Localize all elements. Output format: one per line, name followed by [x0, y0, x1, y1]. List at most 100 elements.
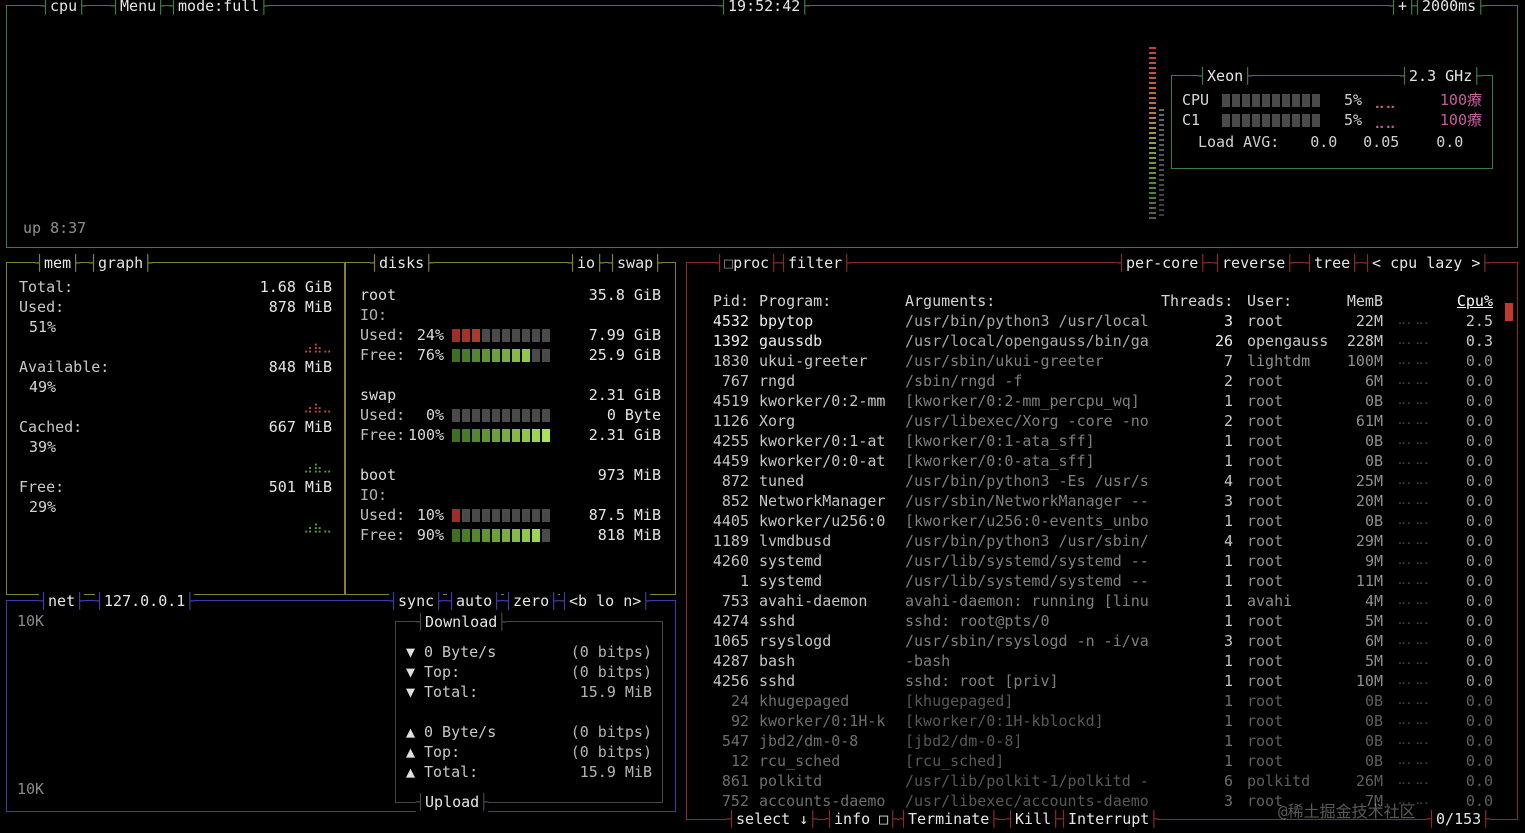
proc-row[interactable]: 1830 ukui-greeter /usr/sbin/ukui-greeter… — [701, 351, 1493, 371]
proc-row[interactable]: 1065 rsyslogd /usr/sbin/rsyslogd -n -i/v… — [701, 631, 1493, 651]
mem-cell: 0B — [1364, 512, 1383, 530]
user-cell: opengauss — [1247, 332, 1329, 350]
proc-row[interactable]: 4255 kworker/0:1-at [kworker/0:1-ata_sff… — [701, 431, 1493, 451]
tab-mem[interactable]: mem — [35, 253, 81, 273]
tab-graph[interactable]: graph — [89, 253, 153, 273]
kill-button[interactable]: Kill — [1006, 809, 1061, 829]
arguments-cell: -bash — [905, 652, 951, 670]
header-program[interactable]: Program: — [759, 291, 905, 311]
tab-proc[interactable]: □proc — [715, 253, 779, 273]
tab-disks[interactable]: disks — [370, 253, 434, 273]
load-avg-1: 0.0 — [1310, 133, 1338, 151]
proc-row[interactable]: 4405 kworker/u256:0 [kworker/u256:0-even… — [701, 511, 1493, 531]
proc-row[interactable]: 1392 gaussdb /usr/local/opengauss/bin/ga… — [701, 331, 1493, 351]
header-threads[interactable]: Threads: — [1161, 291, 1233, 311]
reverse-toggle[interactable]: reverse — [1213, 253, 1295, 273]
user-cell: root — [1247, 752, 1284, 770]
cpu-graph-cell: ⠤⠄⠤⠄ — [1397, 354, 1433, 368]
cpu-cell: 0.0 — [1465, 552, 1493, 570]
user-cell: root — [1247, 372, 1284, 390]
arguments-cell: [rcu_sched] — [905, 752, 1005, 770]
proc-row[interactable]: 861 polkitd /usr/lib/polkit-1/polkitd - … — [701, 771, 1493, 791]
program-cell: kworker/0:1H-k — [759, 712, 886, 730]
cpu-cell: 0.0 — [1465, 732, 1493, 750]
cpu-graph-dots — [1149, 44, 1156, 222]
proc-row[interactable]: 1126 Xorg /usr/libexec/Xorg -core -no 2 … — [701, 411, 1493, 431]
proc-header-row: Pid: Program: Arguments: Threads: User: … — [701, 291, 1493, 311]
select-button[interactable]: select ↓ — [727, 809, 818, 829]
proc-row[interactable]: 4260 systemd /usr/lib/systemd/systemd --… — [701, 551, 1493, 571]
proc-row[interactable]: 1 systemd /usr/lib/systemd/systemd -- 1 … — [701, 571, 1493, 591]
disks-box: disks io swap root 35.8 GiB IO: Used:24% … — [345, 253, 676, 595]
net-stat-value: (0 bitps) — [570, 723, 652, 741]
threads-cell: 1 — [1223, 572, 1233, 590]
net-interface-switcher[interactable]: <b lo n> — [560, 591, 651, 611]
disk-free-row: Free: 90% 818 MiB — [360, 526, 661, 544]
user-cell: root — [1247, 432, 1284, 450]
header-mem[interactable]: MemB — [1333, 291, 1383, 311]
mode-toggle[interactable]: mode:full — [169, 0, 269, 16]
mem-cell: 26M — [1355, 772, 1383, 790]
tab-swap[interactable]: swap — [608, 253, 663, 273]
program-cell: lvmdbusd — [759, 532, 832, 550]
mem-stat-group: Used: 878 MiB 51% ⣠⣦⣀ — [7, 297, 344, 357]
disk-list: root 35.8 GiB IO: Used: 24% 7.99 GiB Free:… — [346, 285, 675, 565]
arguments-cell: sshd: root@pts/0 — [905, 612, 1050, 630]
proc-row[interactable]: 4256 sshd sshd: root [priv] 1 root 10M ⠤… — [701, 671, 1493, 691]
cpu-cell: 0.0 — [1465, 392, 1493, 410]
pid-cell: 4519 — [712, 392, 749, 410]
proc-row[interactable]: 872 tuned /usr/bin/python3 -Es /usr/s 4 … — [701, 471, 1493, 491]
proc-row[interactable]: 12 rcu_sched [rcu_sched] 1 root 0B ⠤⠄⠤⠄ … — [701, 751, 1493, 771]
net-auto-toggle[interactable]: auto — [447, 591, 502, 611]
proc-row[interactable]: 1189 lvmdbusd /usr/bin/python3 /usr/sbin… — [701, 531, 1493, 551]
proc-row[interactable]: 4274 sshd sshd: root@pts/0 1 root 5M ⠤⠄⠤… — [701, 611, 1493, 631]
cpu-core1-meter — [1222, 113, 1326, 127]
header-user[interactable]: User: — [1233, 291, 1333, 311]
proc-row[interactable]: 4519 kworker/0:2-mm [kworker/0:2-mm_perc… — [701, 391, 1493, 411]
net-interface-label: 127.0.0.1 — [95, 591, 195, 611]
sort-selector[interactable]: < cpu lazy > — [1363, 253, 1490, 273]
proc-row[interactable]: 852 NetworkManager /usr/sbin/NetworkMana… — [701, 491, 1493, 511]
user-cell: root — [1247, 472, 1284, 490]
proc-scrollbar[interactable] — [1505, 303, 1513, 321]
proc-row[interactable]: 24 khugepaged [khugepaged] 1 root 0B ⠤⠄⠤… — [701, 691, 1493, 711]
net-sync-toggle[interactable]: sync — [389, 591, 444, 611]
header-pid[interactable]: Pid: — [701, 291, 749, 311]
info-button[interactable]: info □ — [825, 809, 898, 829]
proc-row[interactable]: 547 jbd2/dm-0-8 [jbd2/dm-0-8] 1 root 0B … — [701, 731, 1493, 751]
proc-row[interactable]: 4459 kworker/0:0-at [kworker/0:0-ata_sff… — [701, 451, 1493, 471]
terminate-button[interactable]: Terminate — [899, 809, 999, 829]
net-scale-top: 10K — [17, 612, 45, 630]
pid-cell: 872 — [721, 472, 749, 490]
load-avg-3: 0.0 — [1436, 133, 1464, 151]
proc-row[interactable]: 92 kworker/0:1H-k [kworker/0:1H-kblockd]… — [701, 711, 1493, 731]
pid-cell: 752 — [721, 792, 749, 810]
per-core-toggle[interactable]: per-core — [1117, 253, 1208, 273]
load-avg-row: Load AVG: 0.0 0.05 0.0 — [1182, 132, 1482, 152]
interval-value[interactable]: 2000ms — [1413, 0, 1486, 16]
net-stat-row: ▲ Top: (0 bitps) — [406, 742, 652, 762]
mem-cell: 0B — [1364, 692, 1383, 710]
tree-toggle[interactable]: tree — [1305, 253, 1360, 273]
proc-row[interactable]: 4287 bash -bash 1 root 5M ⠤⠄⠤⠄ 0.0 — [701, 651, 1493, 671]
mem-cell: 0B — [1364, 432, 1383, 450]
menu-button[interactable]: Menu — [111, 0, 166, 16]
filter-button[interactable]: filter — [779, 253, 852, 273]
mem-cell: 25M — [1355, 472, 1383, 490]
arguments-cell: /sbin/rngd -f — [905, 372, 1023, 390]
proc-row[interactable]: 767 rngd /sbin/rngd -f 2 root 6M ⠤⠄⠤⠄ 0.… — [701, 371, 1493, 391]
tab-io[interactable]: io — [568, 253, 605, 273]
net-zero-toggle[interactable]: zero — [504, 591, 559, 611]
header-cpu[interactable]: Cpu% — [1447, 291, 1493, 311]
direction-arrow-icon: ▲ — [406, 743, 416, 761]
tab-cpu: cpu — [41, 0, 87, 16]
net-stat-row: ▲ 0 Byte/s (0 bitps) — [406, 722, 652, 742]
header-arguments[interactable]: Arguments: — [905, 291, 1161, 311]
proc-row[interactable]: 753 avahi-daemon avahi-daemon: running [… — [701, 591, 1493, 611]
proc-row[interactable]: 4532 bpytop /usr/bin/python3 /usr/local … — [701, 311, 1493, 331]
threads-cell: 1 — [1223, 392, 1233, 410]
cpu-cell: 0.0 — [1465, 492, 1493, 510]
interrupt-button[interactable]: Interrupt — [1059, 809, 1159, 829]
user-cell: root — [1247, 452, 1284, 470]
mem-stats: Total: 1.68 GiB Used: 878 MiB 51% ⣠⣦⣀ Avai… — [7, 277, 344, 537]
